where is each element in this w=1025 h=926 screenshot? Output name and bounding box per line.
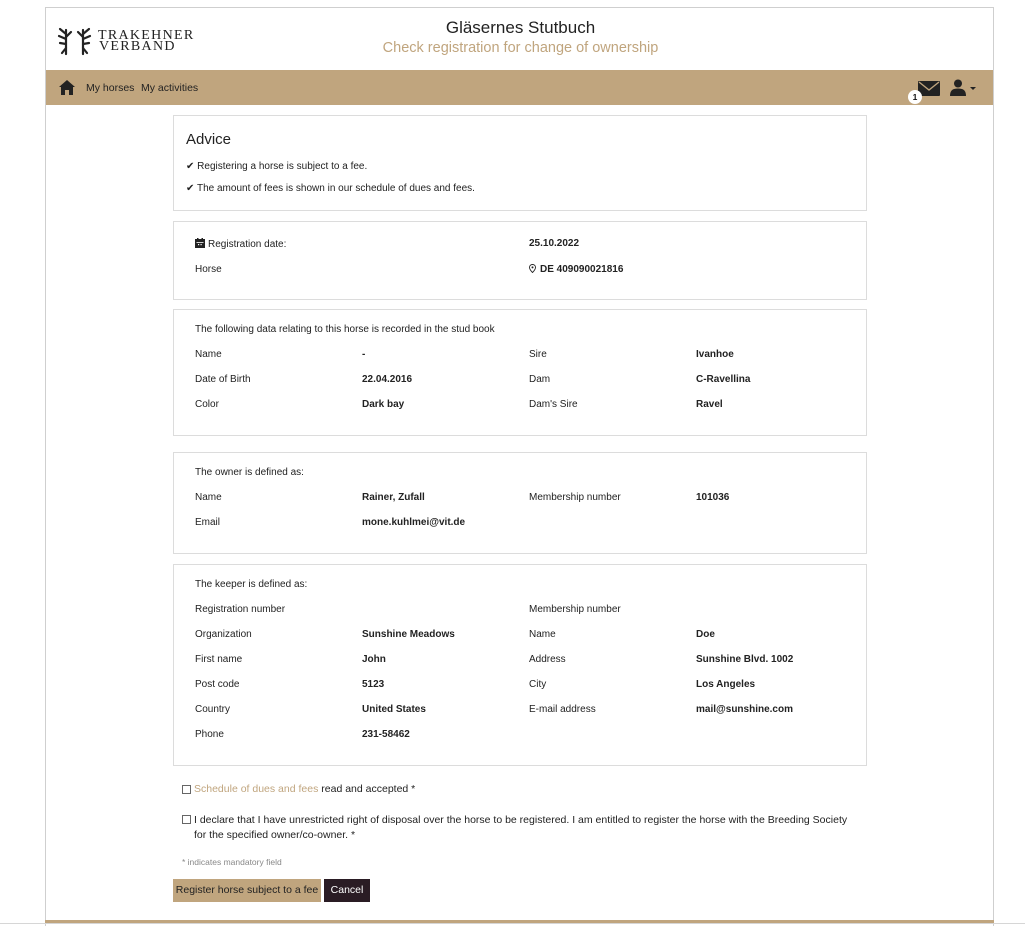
header-titles: Gläsernes Stutbuch Check registration fo…: [46, 18, 995, 56]
mandatory-field-note: * indicates mandatory field: [182, 857, 282, 867]
fees-accept-text: Schedule of dues and fees read and accep…: [194, 783, 415, 795]
page-bottom-line: [0, 923, 1025, 924]
dams-sire-value: Ravel: [696, 399, 723, 410]
keeper-post-code-value: 5123: [362, 679, 385, 690]
advice-line-fee: ✔ Registering a horse is subject to a fe…: [186, 161, 368, 172]
sire-value: Ivanhoe: [696, 349, 734, 360]
keeper-org-label: Organization: [195, 629, 252, 640]
home-icon[interactable]: [58, 79, 76, 96]
owner-name-label: Name: [195, 492, 222, 503]
advice-title: Advice: [186, 131, 232, 148]
keeper-reg-number-label: Registration number: [195, 604, 286, 615]
keeper-country-value: United States: [362, 704, 426, 715]
cancel-button[interactable]: Cancel: [324, 879, 370, 902]
keeper-email-value: mail@sunshine.com: [696, 704, 793, 715]
owner-panel: The owner is defined as: Name Rainer, Zu…: [173, 452, 867, 554]
keeper-city-value: Los Angeles: [696, 679, 756, 690]
declaration-text: I declare that I have unrestricted right…: [194, 814, 848, 841]
stud-book-panel: The following data relating to this hors…: [173, 309, 867, 436]
keeper-name-label: Name: [529, 629, 556, 640]
fees-schedule-link[interactable]: Schedule of dues and fees: [194, 783, 318, 795]
dams-sire-label: Dam's Sire: [529, 399, 578, 410]
keeper-phone-value: 231-58462: [362, 729, 410, 740]
keeper-phone-label: Phone: [195, 729, 224, 740]
registration-panel: Registration date: 25.10.2022 Horse DE 4…: [173, 221, 867, 300]
user-menu-caret-icon[interactable]: [970, 87, 976, 90]
registration-date-label: Registration date:: [195, 238, 286, 250]
dam-value: C-Ravellina: [696, 374, 751, 385]
horse-value: DE 409090021816: [529, 264, 623, 275]
keeper-name-value: Doe: [696, 629, 715, 640]
keeper-address-label: Address: [529, 654, 566, 665]
color-value: Dark bay: [362, 399, 405, 410]
owner-name-value: Rainer, Zufall: [362, 492, 425, 503]
registration-date-value: 25.10.2022: [529, 238, 580, 249]
user-icon[interactable]: [950, 79, 966, 96]
stud-name-label: Name: [195, 349, 222, 360]
owner-heading: The owner is defined as:: [195, 467, 304, 478]
horse-number: DE 409090021816: [540, 264, 624, 275]
nav-my-activities[interactable]: My activities: [141, 82, 198, 94]
keeper-email-label: E-mail address: [529, 704, 596, 715]
dob-value: 22.04.2016: [362, 374, 413, 385]
keeper-first-name-value: John: [362, 654, 386, 665]
mail-count-badge: 1: [908, 90, 922, 104]
calendar-icon: [195, 238, 205, 248]
keeper-membership-label: Membership number: [529, 604, 621, 615]
advice-line-schedule: ✔ The amount of fees is shown in our sch…: [186, 183, 475, 194]
map-pin-icon: [529, 264, 536, 273]
sire-label: Sire: [529, 349, 547, 360]
owner-email-value: mone.kuhlmei@vit.de: [362, 517, 466, 528]
register-horse-button[interactable]: Register horse subject to a fee: [173, 879, 321, 902]
keeper-post-code-label: Post code: [195, 679, 240, 690]
fees-accept-checkbox[interactable]: [182, 785, 191, 794]
dam-label: Dam: [529, 374, 551, 385]
fees-accept-suffix: read and accepted *: [318, 783, 416, 795]
nav-my-horses[interactable]: My horses: [86, 82, 134, 94]
color-label: Color: [195, 399, 219, 410]
keeper-city-label: City: [529, 679, 547, 690]
dob-label: Date of Birth: [195, 374, 251, 385]
advice-panel: Advice ✔ Registering a horse is subject …: [173, 115, 867, 211]
stud-name-value: -: [362, 349, 366, 360]
page-title: Gläsernes Stutbuch: [445, 18, 596, 37]
owner-membership-value: 101036: [696, 492, 730, 503]
owner-email-label: Email: [195, 517, 221, 528]
stud-book-heading: The following data relating to this hors…: [195, 324, 495, 335]
keeper-first-name-label: First name: [195, 654, 243, 665]
keeper-address-value: Sunshine Blvd. 1002: [696, 654, 794, 665]
main-navbar: My horses My activities 1: [46, 70, 993, 105]
keeper-country-label: Country: [195, 704, 231, 715]
keeper-panel: The keeper is defined as: Registration n…: [173, 564, 867, 766]
owner-membership-label: Membership number: [529, 492, 621, 503]
keeper-org-value: Sunshine Meadows: [362, 629, 455, 640]
horse-label: Horse: [195, 264, 222, 275]
declaration-checkbox[interactable]: [182, 815, 191, 824]
registration-date-label-text: Registration date:: [208, 239, 287, 250]
keeper-heading: The keeper is defined as:: [195, 579, 308, 590]
page-subtitle: Check registration for change of ownersh…: [382, 40, 659, 56]
